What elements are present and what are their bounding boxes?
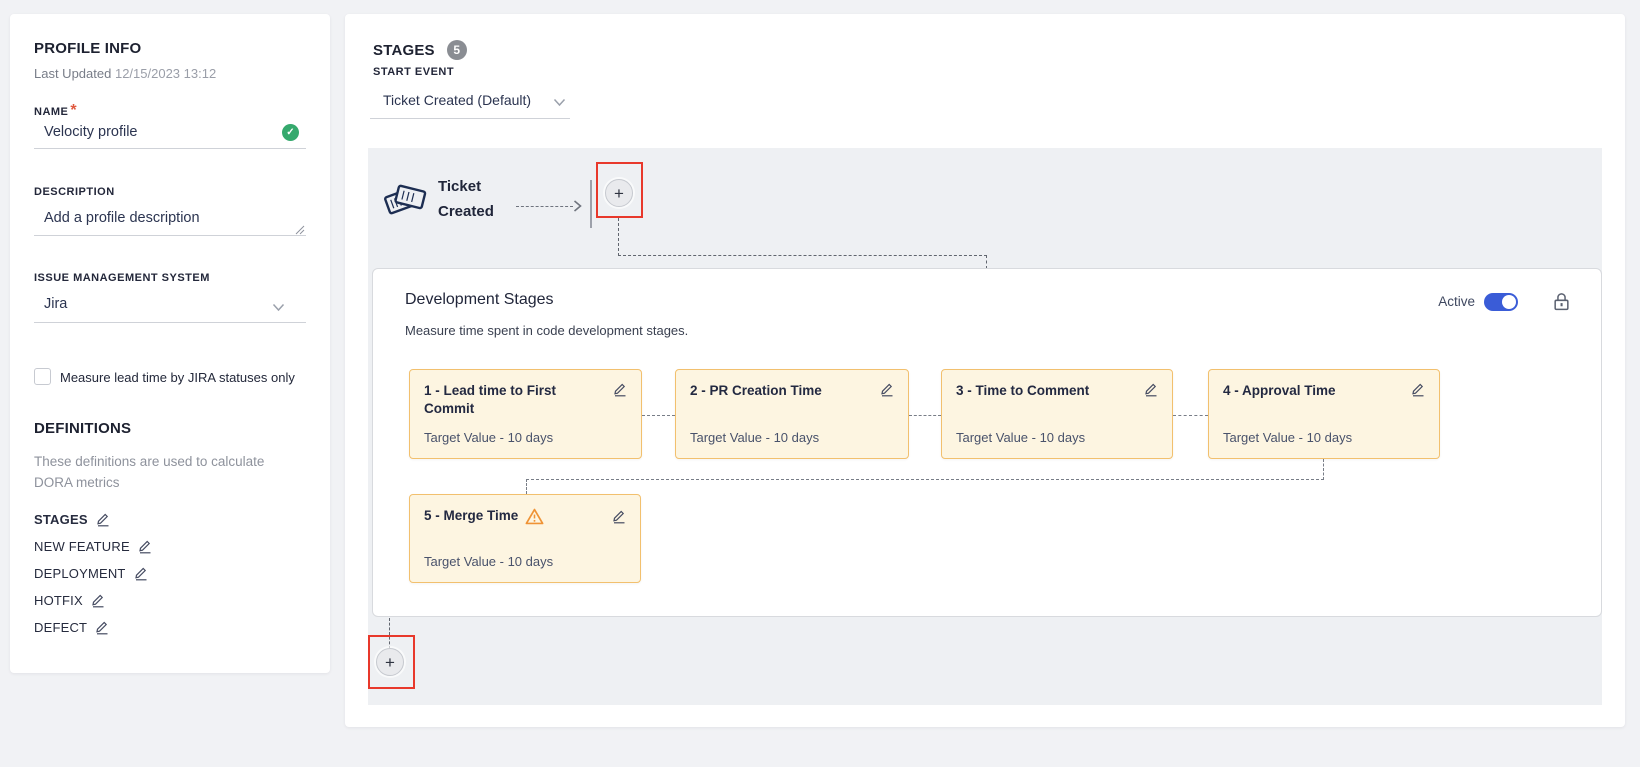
description-underline [34,235,306,236]
start-node-label: Ticket Created [438,174,494,224]
connector-line [618,218,619,256]
edit-icon[interactable] [1411,382,1425,397]
edit-icon[interactable] [134,566,148,581]
stage-title: 3 - Time to Comment [956,382,1089,400]
warning-icon [525,508,544,525]
connector-line [618,255,987,256]
definitions-description: These definitions are used to calculate … [34,451,286,493]
edit-icon[interactable] [613,382,627,397]
group-controls: Active [1438,291,1571,312]
highlight-box-top [596,162,643,218]
active-toggle[interactable] [1484,293,1518,311]
definition-item-label: DEFECT [34,620,87,635]
profile-info-title: PROFILE INFO [34,40,141,57]
stage-target: Target Value - 10 days [424,554,626,569]
connector-line [526,479,527,494]
stage-target: Target Value - 10 days [1223,430,1425,445]
stage-card-1[interactable]: 1 - Lead time to First Commit Target Val… [409,369,642,459]
required-asterisk: * [70,102,76,119]
workflow-canvas: Ticket Created + Development Stages Meas… [368,148,1602,705]
flow-arrow [516,200,582,212]
name-input-underline [34,148,306,149]
stage-card-2[interactable]: 2 - PR Creation Time Target Value - 10 d… [675,369,909,459]
stage-title: 1 - Lead time to First Commit [424,382,584,418]
lead-time-checkbox[interactable] [34,368,51,385]
definition-item-label: STAGES [34,512,88,527]
connector-line [986,255,987,269]
stages-count-badge: 5 [447,40,467,60]
stages-title: STAGES [373,42,435,59]
ticket-icon [380,174,430,224]
start-event-label: START EVENT [373,66,454,78]
stage-title: 5 - Merge Time [424,507,518,525]
definition-item-hotfix: HOTFIX [34,587,105,614]
edit-icon[interactable] [880,382,894,397]
issue-management-label: ISSUE MANAGEMENT SYSTEM [34,272,210,284]
edit-icon[interactable] [91,593,105,608]
chevron-down-icon[interactable] [272,303,285,312]
start-event-select[interactable]: Ticket Created (Default) [383,92,531,108]
lead-time-checkbox-label: Measure lead time by JIRA statuses only [60,370,295,385]
stage-card-4[interactable]: 4 - Approval Time Target Value - 10 days [1208,369,1440,459]
definition-item-defect: DEFECT [34,614,109,641]
edit-icon[interactable] [1144,382,1158,397]
active-label: Active [1438,294,1475,309]
stages-panel: STAGES 5 START EVENT Ticket Created (Def… [345,14,1625,727]
last-updated-value: 12/15/2023 13:12 [115,66,216,81]
edit-icon[interactable] [96,512,110,527]
last-updated-label: Last Updated [34,66,111,81]
stages-header: STAGES 5 [373,40,467,60]
arrowhead-icon [573,200,582,212]
page: PROFILE INFO Last Updated 12/15/2023 13:… [0,0,1640,767]
definition-item-deployment: DEPLOYMENT [34,560,148,587]
lock-icon[interactable] [1552,291,1571,312]
profile-info-panel: PROFILE INFO Last Updated 12/15/2023 13:… [10,14,330,673]
description-label: DESCRIPTION [34,186,115,198]
edit-icon[interactable] [612,509,626,524]
connector-line [1173,415,1208,416]
edit-icon[interactable] [95,620,109,635]
name-label: NAME* [34,102,77,120]
connector-line [642,415,675,416]
issue-management-select[interactable]: Jira [44,296,67,312]
issue-management-underline [34,322,306,323]
connector-line [1323,459,1324,480]
stage-card-3[interactable]: 3 - Time to Comment Target Value - 10 da… [941,369,1173,459]
connector-line [909,415,941,416]
description-input[interactable]: Add a profile description [44,210,200,226]
name-input[interactable]: Velocity profile [44,124,138,140]
group-subtitle: Measure time spent in code development s… [405,323,688,338]
stage-title: 4 - Approval Time [1223,382,1336,400]
start-node-line1: Ticket [438,174,494,199]
connector-line [526,479,1324,480]
start-node-line2: Created [438,199,494,224]
resize-handle-icon[interactable] [294,224,305,235]
stage-target: Target Value - 10 days [956,430,1158,445]
group-title: Development Stages [405,291,554,309]
definition-item-label: NEW FEATURE [34,539,130,554]
stage-card-5[interactable]: 5 - Merge Time Target Value - 10 days [409,494,641,583]
development-stages-group: Development Stages Measure time spent in… [372,268,1602,617]
valid-check-icon: ✓ [282,124,299,141]
start-event-underline [370,118,570,119]
last-updated: Last Updated 12/15/2023 13:12 [34,66,216,81]
stage-title: 2 - PR Creation Time [690,382,822,400]
stage-target: Target Value - 10 days [424,430,627,445]
chevron-down-icon[interactable] [553,98,566,107]
highlight-box-bottom [368,635,415,689]
definitions-title: DEFINITIONS [34,420,131,437]
definition-item-new-feature: NEW FEATURE [34,533,152,560]
stage-target: Target Value - 10 days [690,430,894,445]
edit-icon[interactable] [138,539,152,554]
definition-item-label: HOTFIX [34,593,83,608]
insert-divider-line [590,180,592,228]
definition-item-stages: STAGES [34,506,110,533]
definition-item-label: DEPLOYMENT [34,566,126,581]
